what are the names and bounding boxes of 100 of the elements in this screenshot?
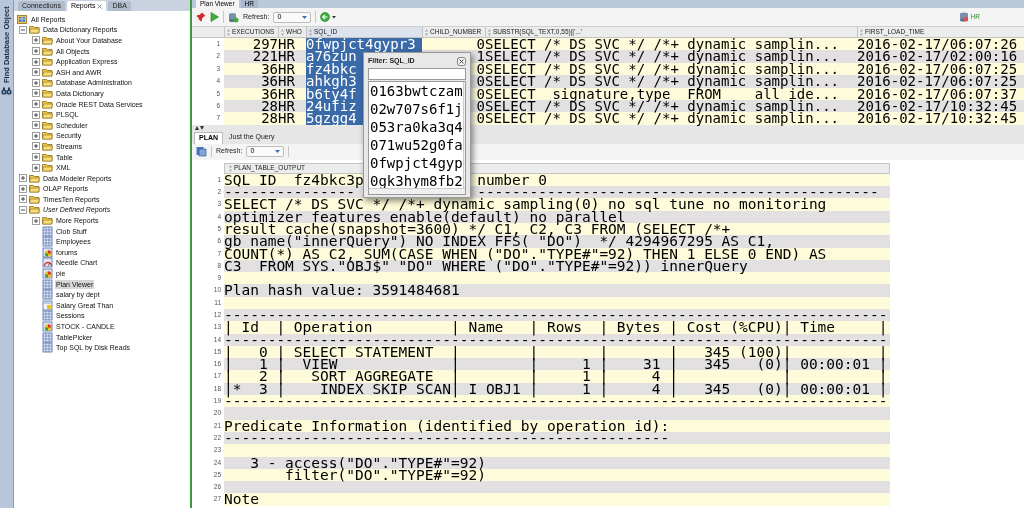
dropdown-caret-icon <box>302 15 308 19</box>
sort-icon <box>860 28 863 36</box>
collapse-icon[interactable] <box>19 25 27 34</box>
table-cell: 2016-02-17/06:07:25 <box>857 75 1024 88</box>
table-report-icon <box>42 331 53 343</box>
back-arrow-icon[interactable] <box>320 12 338 22</box>
plan-line: filter("DO"."TYPE#"=92) <box>284 468 486 482</box>
refresh-database-icon[interactable] <box>228 11 239 23</box>
table-cell: HR <box>278 112 306 125</box>
sort-icon <box>229 164 232 172</box>
plan-line: ---------------------------------------------- <box>477 186 879 199</box>
splitter-arrows-icon[interactable] <box>195 125 204 131</box>
vertical-scrollbar[interactable] <box>462 82 465 188</box>
folder-icon <box>42 87 53 99</box>
table-cell: SELECT /* DS SVC */ /*+ dynamic samplin... <box>485 75 857 88</box>
database-connection-icon[interactable] <box>958 12 969 22</box>
sort-icon <box>227 28 230 36</box>
table-cell: 2016-02-17/10:32:45 <box>857 112 1024 125</box>
folder-icon <box>42 130 53 142</box>
gauge-report-icon <box>42 257 53 269</box>
folder-icon <box>42 215 53 227</box>
folder-icon <box>29 24 40 36</box>
expand-icon[interactable] <box>32 36 40 45</box>
expand-icon[interactable] <box>32 47 40 56</box>
run-icon[interactable] <box>210 12 219 22</box>
horizontal-scrollbar[interactable] <box>369 188 465 194</box>
plan-line: gb name("innerQuery") NO INDEX FFS( "DO") */ 4294967295 AS C1, <box>224 235 774 248</box>
folder-icon <box>42 35 53 46</box>
chart-report-icon <box>42 246 53 258</box>
table-cell: SELECT /* DS SVC */ /*+ dynamic samplin... <box>485 50 857 63</box>
close-icon[interactable] <box>457 56 466 66</box>
dropdown-caret-icon <box>275 150 281 154</box>
table-report-icon <box>42 225 53 237</box>
form-report-icon <box>42 299 53 311</box>
plan-line: COUNT(*) AS C2, SUM(CASE WHEN ("DO"."TYPE#"=92) THEN 1 ELSE 0 END) AS <box>224 247 827 260</box>
close-icon[interactable] <box>97 3 103 9</box>
report-folder-icon <box>17 13 28 25</box>
folder-icon <box>29 193 40 205</box>
collapse-icon[interactable] <box>19 206 27 214</box>
sort-icon <box>425 28 428 36</box>
table-report-icon <box>42 236 53 248</box>
table-cell: 297 <box>224 38 278 51</box>
folder-icon <box>42 140 53 152</box>
pin-icon[interactable] <box>196 12 206 22</box>
sort-icon <box>488 28 491 36</box>
folder-icon <box>42 77 53 89</box>
folder-icon <box>29 204 40 216</box>
expand-icon[interactable] <box>19 195 27 204</box>
expand-icon[interactable] <box>32 68 40 77</box>
binoculars-icon[interactable] <box>1 87 12 95</box>
expand-icon[interactable] <box>32 142 40 151</box>
expand-icon[interactable] <box>32 216 40 225</box>
expand-icon[interactable] <box>19 174 27 183</box>
table-cell: SELECT /* DS SVC */ /*+ dynamic samplin... <box>485 38 857 51</box>
table-report-icon <box>42 342 53 354</box>
sort-icon <box>309 28 312 36</box>
folder-icon <box>42 98 53 110</box>
folder-icon <box>42 56 53 68</box>
folder-icon <box>29 183 40 195</box>
folder-icon <box>29 172 40 184</box>
table-cell: 2016-02-17/02:00:16 <box>857 50 1024 63</box>
table-cell: 2016-02-17/06:07:26 <box>857 38 1024 51</box>
refresh-query-icon[interactable] <box>196 146 207 158</box>
table-cell: 0 <box>422 38 485 51</box>
folder-icon <box>42 109 53 121</box>
expand-icon[interactable] <box>32 89 40 98</box>
table-cell: 0fwpjct4gypr3 <box>306 38 422 51</box>
plan-line: Predicate Information (identified by operation id): <box>224 419 670 432</box>
chart-report-icon <box>42 321 53 332</box>
plan-line: Plan hash value: 3591484681 <box>224 284 460 297</box>
folder-icon <box>42 119 53 131</box>
table-report-icon <box>42 289 53 301</box>
plan-line: | Id | Operation | Name | Rows | Bytes | Cost (%CPU)| Time | <box>224 321 888 334</box>
plan-line: number 0 <box>477 173 547 187</box>
plan-line: ---------------------------------------------------------------------------- <box>224 309 888 322</box>
table-cell: SELECT /* DS SVC */ /*+ dynamic samplin... <box>485 112 857 125</box>
folder-icon <box>42 66 53 78</box>
folder-icon <box>42 162 53 174</box>
table-cell: HR <box>278 75 306 88</box>
table-report-icon <box>42 278 53 290</box>
table-cell: HR <box>278 50 306 63</box>
plan-line: 3 - access("DO"."TYPE#"=92) <box>249 456 486 469</box>
expand-icon[interactable] <box>32 100 40 109</box>
expand-icon[interactable] <box>32 121 40 130</box>
chart-report-icon <box>42 268 53 280</box>
sort-icon <box>281 28 284 36</box>
expand-icon[interactable] <box>32 110 40 119</box>
folder-icon <box>42 45 53 57</box>
filter-input-field[interactable] <box>368 68 466 80</box>
expand-icon[interactable] <box>32 163 40 172</box>
filter-list-item[interactable]: 071wu52g0fa <box>370 136 463 154</box>
expand-icon[interactable] <box>32 57 40 66</box>
plan-line: SELECT /* DS SVC */ /*+ dynamic sampling(0) no sql tune no monitoring <box>224 198 827 211</box>
folder-icon <box>42 151 53 163</box>
expand-icon[interactable] <box>32 78 40 87</box>
table-report-icon <box>42 310 53 322</box>
plan-line: Note <box>224 493 259 506</box>
expand-icon[interactable] <box>32 153 40 161</box>
expand-icon[interactable] <box>19 184 27 193</box>
expand-icon[interactable] <box>32 131 40 140</box>
